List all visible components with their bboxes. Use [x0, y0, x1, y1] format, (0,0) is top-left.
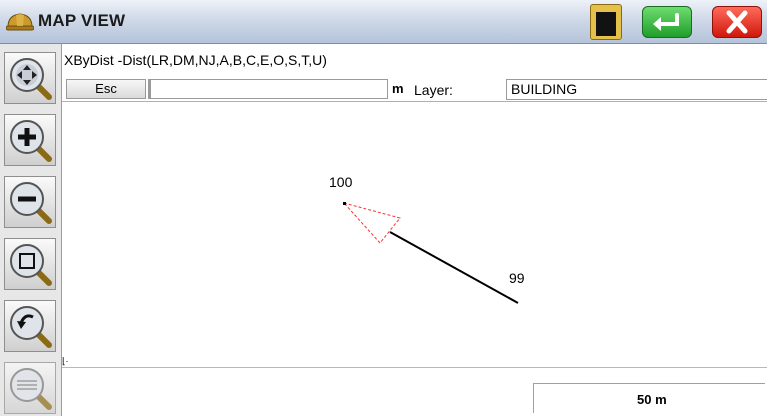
layer-field[interactable]: BUILDING	[506, 79, 767, 100]
direction-triangle	[342, 202, 401, 244]
calculator-button[interactable]	[590, 4, 622, 40]
distance-input[interactable]	[148, 79, 388, 99]
unit-label: m	[392, 81, 404, 96]
point-marker-100	[343, 202, 346, 205]
calculator-icon	[596, 12, 616, 36]
zoom-extents-button[interactable]	[4, 362, 56, 414]
pan-icon	[10, 58, 52, 100]
scale-label: 50 m	[637, 392, 667, 407]
title-bar: MAP VIEW	[0, 0, 767, 44]
point-label-99: 99	[509, 270, 525, 286]
map-toolbar	[0, 44, 62, 416]
map-canvas[interactable]: ⌊· 100 99	[62, 102, 767, 367]
hard-hat-icon	[6, 13, 34, 31]
window-title: MAP VIEW	[38, 11, 126, 30]
zoom-in-icon	[10, 120, 52, 162]
layer-label: Layer:	[414, 82, 453, 98]
status-bar: 50 m	[62, 367, 767, 416]
command-prompt: XByDist -Dist(LR,DM,NJ,A,B,C,E,O,S,T,U)	[64, 52, 327, 68]
close-icon	[726, 10, 748, 34]
origin-marker-icon: ⌊·	[62, 356, 69, 366]
zoom-out-button[interactable]	[4, 176, 56, 228]
map-drawing: ⌊·	[62, 202, 519, 366]
zoom-extents-icon	[10, 368, 52, 410]
close-button[interactable]	[712, 6, 762, 38]
zoom-in-button[interactable]	[4, 114, 56, 166]
zoom-window-icon	[10, 244, 52, 286]
line-segment	[389, 231, 519, 304]
command-panel: XByDist -Dist(LR,DM,NJ,A,B,C,E,O,S,T,U) …	[62, 44, 767, 102]
point-label-100: 100	[329, 174, 353, 190]
zoom-out-icon	[10, 182, 52, 224]
zoom-window-button[interactable]	[4, 238, 56, 290]
pan-button[interactable]	[4, 52, 56, 104]
zoom-previous-button[interactable]	[4, 300, 56, 352]
enter-arrow-icon	[653, 13, 679, 31]
scale-indicator: 50 m	[533, 383, 765, 413]
zoom-previous-icon	[10, 306, 52, 348]
enter-button[interactable]	[642, 6, 692, 38]
esc-button[interactable]: Esc	[66, 79, 146, 99]
